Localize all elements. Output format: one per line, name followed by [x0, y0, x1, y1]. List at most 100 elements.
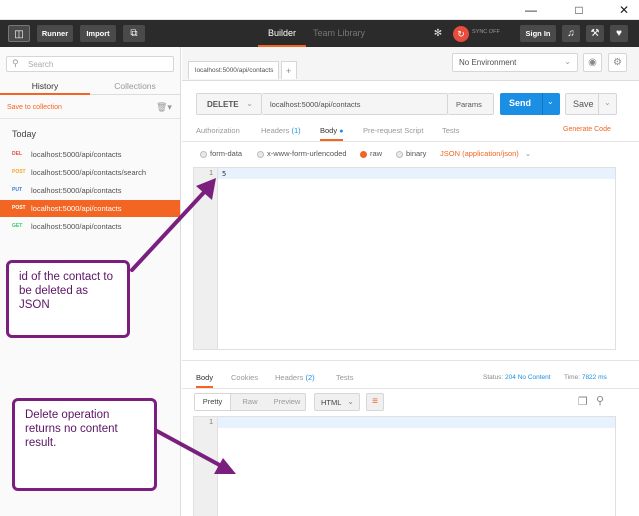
- chevron-down-icon: ⌄: [246, 99, 253, 108]
- response-body-editor[interactable]: 1: [193, 416, 616, 516]
- line-number: 1: [209, 419, 213, 426]
- radio-button: [200, 150, 207, 158]
- response-time: Time: 7822 ms: [564, 374, 607, 381]
- view-preview-button[interactable]: Preview: [269, 394, 305, 410]
- method-label: DELETE: [207, 100, 239, 109]
- chevron-down-icon: ⌄: [347, 397, 354, 406]
- params-label: Params: [456, 100, 482, 109]
- history-url: localhost:5000/api/contacts/search: [31, 168, 147, 177]
- chevron-down-icon: ⌄: [564, 57, 571, 66]
- response-tab-headers[interactable]: Headers (2): [275, 373, 315, 382]
- radio-raw[interactable]: raw: [360, 149, 382, 158]
- close-icon[interactable]: ✕: [616, 2, 632, 18]
- search-input[interactable]: ⚲ Search: [6, 56, 174, 72]
- eye-icon[interactable]: ◉: [583, 53, 602, 72]
- save-to-collection-link[interactable]: Save to collection: [7, 104, 62, 111]
- format-select[interactable]: HTML ⌄: [314, 393, 360, 411]
- search-icon[interactable]: ⚲: [596, 394, 604, 407]
- wrap-lines-icon[interactable]: ≡: [366, 393, 384, 411]
- satellite-icon[interactable]: ✻: [429, 25, 447, 42]
- response-tab-body[interactable]: Body: [196, 373, 214, 388]
- tab-tests[interactable]: Tests: [442, 126, 460, 135]
- line-gutter: 1: [194, 168, 218, 349]
- runner-button[interactable]: Runner: [37, 25, 73, 42]
- tab-authorization[interactable]: Authorization: [196, 126, 240, 135]
- history-item[interactable]: PUT localhost:5000/api/contacts: [0, 182, 180, 199]
- method-badge: POST: [12, 205, 26, 211]
- minimize-icon[interactable]: —: [523, 2, 539, 18]
- history-item[interactable]: DEL localhost:5000/api/contacts: [0, 146, 180, 163]
- trash-icon[interactable]: 🗑▾: [156, 102, 172, 113]
- tab-collections[interactable]: Collections: [90, 77, 180, 95]
- view-raw-button[interactable]: Raw: [232, 394, 268, 410]
- content-type-select[interactable]: JSON (application/json) ⌄: [440, 149, 531, 158]
- line-number: 1: [209, 170, 213, 177]
- chevron-down-icon: ⌄: [524, 149, 532, 158]
- body-content: 5: [222, 170, 227, 178]
- request-tab[interactable]: localhost:5000/api/contacts: [188, 61, 279, 79]
- search-icon: ⚲: [12, 58, 19, 68]
- send-button[interactable]: Send ⌄: [500, 93, 560, 115]
- annotation-request-note: id of the contact to be deleted as JSON: [6, 260, 130, 338]
- environment-select[interactable]: No Environment ⌄: [452, 53, 578, 72]
- history-item-selected[interactable]: POST localhost:5000/api/contacts: [0, 200, 180, 217]
- divider: [0, 118, 180, 119]
- method-badge: GET: [12, 223, 23, 229]
- history-url: localhost:5000/api/contacts: [31, 222, 122, 231]
- history-item[interactable]: GET localhost:5000/api/contacts: [0, 218, 180, 235]
- sync-icon[interactable]: ↻: [453, 26, 469, 42]
- tab-prerequest-script[interactable]: Pre-request Script: [363, 126, 423, 135]
- chevron-down-icon: ⌄: [604, 98, 611, 107]
- tab-body[interactable]: Body ●: [320, 126, 344, 141]
- add-tab-button[interactable]: +: [281, 61, 297, 79]
- tab-headers[interactable]: Headers (1): [261, 126, 301, 135]
- settings-wrench-icon[interactable]: ⚒: [586, 25, 604, 42]
- main-toolbar: ◫ Runner Import ⧉ Builder Team Library ✻…: [0, 20, 639, 47]
- notifications-icon[interactable]: ♫: [562, 25, 580, 42]
- import-button[interactable]: Import: [80, 25, 116, 42]
- radio-form-data[interactable]: form-data: [200, 149, 242, 158]
- response-headers-label: Headers: [275, 373, 304, 382]
- radio-label: x-www-form-urlencoded: [267, 149, 347, 158]
- gear-icon[interactable]: ⚙: [608, 53, 627, 72]
- divider: [598, 94, 599, 114]
- method-select[interactable]: DELETE ⌄: [196, 93, 262, 115]
- save-button[interactable]: Save ⌄: [565, 93, 617, 115]
- tab-team-library[interactable]: Team Library: [313, 20, 373, 47]
- tab-history[interactable]: History: [0, 77, 90, 95]
- history-section-title: Today: [12, 129, 37, 139]
- tab-builder[interactable]: Builder: [258, 20, 306, 47]
- maximize-icon[interactable]: □: [571, 2, 587, 18]
- request-tab-label: localhost:5000/api/contacts: [195, 67, 274, 74]
- status-value: 204 No Content: [505, 374, 551, 381]
- params-button[interactable]: Params: [448, 93, 494, 115]
- copy-icon[interactable]: ❐: [578, 395, 588, 408]
- history-url: localhost:5000/api/contacts: [31, 204, 122, 213]
- active-line-highlight: [218, 417, 615, 428]
- divider: [182, 360, 639, 361]
- heart-icon[interactable]: ♥: [610, 25, 628, 42]
- divider: [182, 388, 639, 389]
- divider: [542, 93, 543, 115]
- sidebar-toggle-icon[interactable]: ◫: [8, 25, 30, 42]
- sync-status: SYNC OFF: [472, 29, 500, 35]
- sign-in-button[interactable]: Sign In: [520, 25, 556, 42]
- view-mode-group: Pretty Raw Preview: [194, 393, 306, 411]
- view-pretty-button[interactable]: Pretty: [195, 394, 231, 410]
- time-value: 7822 ms: [581, 374, 607, 381]
- request-body-editor[interactable]: 1 5: [193, 167, 616, 350]
- generate-code-link[interactable]: Generate Code: [563, 126, 611, 133]
- environment-label: No Environment: [459, 58, 517, 67]
- body-dot-icon: ●: [339, 128, 344, 135]
- url-input[interactable]: localhost:5000/api/contacts: [262, 93, 448, 115]
- response-tab-cookies[interactable]: Cookies: [231, 373, 258, 382]
- new-tab-icon[interactable]: ⧉: [123, 25, 145, 42]
- radio-urlencoded[interactable]: x-www-form-urlencoded: [257, 149, 347, 158]
- radio-binary[interactable]: binary: [396, 149, 426, 158]
- content-type-label: JSON (application/json): [440, 149, 519, 158]
- method-badge: PUT: [12, 187, 22, 193]
- history-item[interactable]: POST localhost:5000/api/contacts/search: [0, 164, 180, 181]
- line-gutter: 1: [194, 417, 218, 516]
- main-panel: localhost:5000/api/contacts + No Environ…: [182, 47, 639, 516]
- response-tab-tests[interactable]: Tests: [336, 373, 354, 382]
